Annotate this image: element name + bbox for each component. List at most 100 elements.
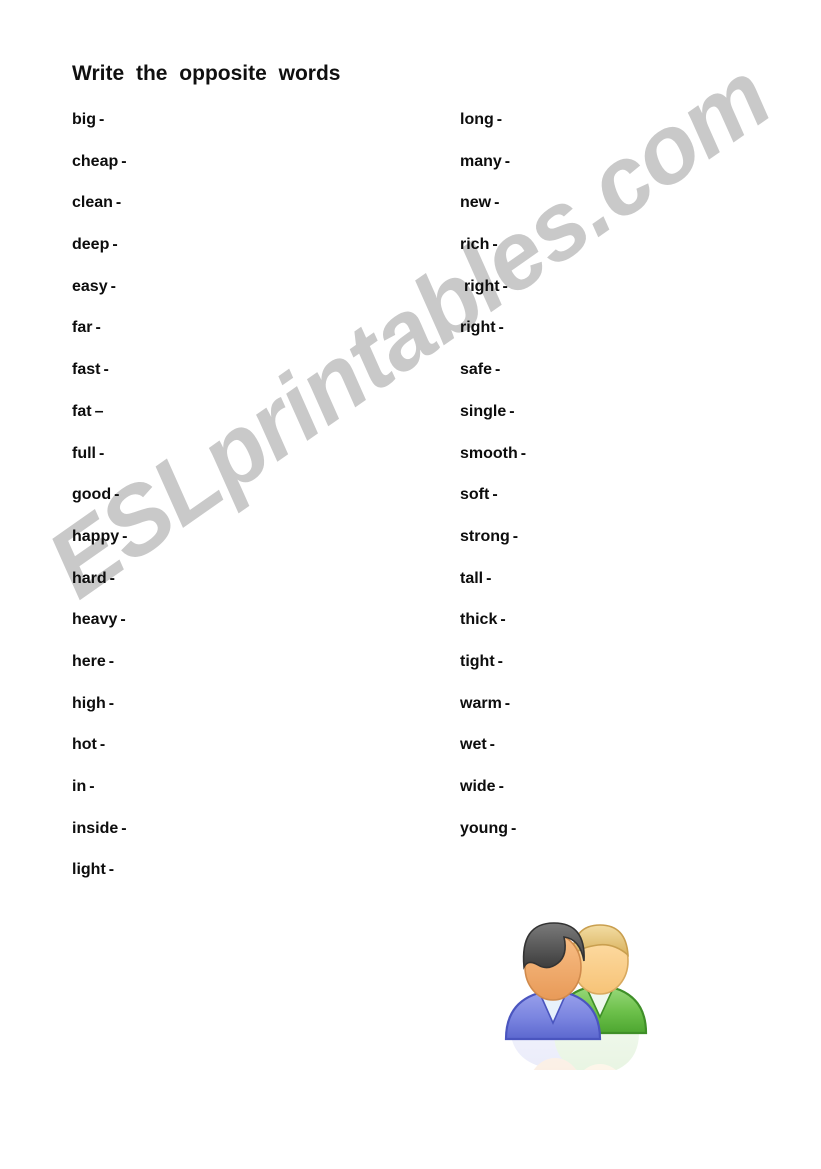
word-row: safe - [460,360,526,402]
word-row: happy - [72,527,127,569]
word-row: wet - [460,735,526,777]
word-row: here - [72,652,127,694]
word-row: high - [72,694,127,736]
word-row: cheap - [72,152,127,194]
answer-blank-dash: - [520,444,527,462]
word-row: tall - [460,569,526,611]
word-term: in [72,778,87,795]
word-term: rich [460,236,490,254]
word-term: thick [460,611,498,629]
answer-blank-dash: - [122,527,128,545]
word-row: big - [72,110,127,152]
word-term: new [460,194,492,212]
word-term: full [72,444,96,462]
answer-blank-dash: - [108,861,115,879]
answer-blank-dash: - [504,152,511,170]
answer-blank-dash: - [500,611,506,629]
word-term: tall [460,569,484,587]
word-term: right [464,277,500,295]
word-term: safe [460,361,493,379]
word-row: hot - [72,735,127,777]
answer-blank-dash: - [489,736,495,754]
word-row: inside - [72,819,127,861]
word-term: single [460,402,507,420]
word-row: wide - [460,777,526,819]
answer-blank-dash: - [509,402,515,420]
word-term: deep [72,236,110,254]
word-row: tight - [460,652,526,694]
answer-blank-dash: - [112,236,118,254]
word-row: soft - [460,485,526,527]
answer-blank-dash: - [120,611,126,629]
word-term: strong [460,527,510,545]
word-row: clean - [72,193,127,235]
word-row: smooth - [460,444,526,486]
word-term: here [72,652,106,670]
word-term: good [72,486,112,504]
answer-blank-dash: - [121,152,127,170]
answer-blank-dash: - [498,778,504,795]
word-term: many [460,152,502,170]
word-term: right [460,319,496,337]
answer-blank-dash: - [502,277,508,295]
word-term: light [72,861,106,879]
answer-blank-dash: - [492,486,498,504]
word-term: young [460,819,508,837]
word-column-left: big - cheap - clean - deep - easy - far - fast - fat – f… [72,110,127,902]
word-term: inside [72,819,119,837]
answer-blank-dash: - [495,361,501,379]
answer-blank-dash: - [95,319,101,337]
word-term: happy [72,527,120,545]
word-term: clean [72,194,113,212]
answer-blank-dash: - [108,652,115,670]
word-row: far - [72,318,127,360]
worksheet-page: ESLprintables.com Write the opposite wor… [0,0,821,1169]
word-term: wet [460,736,487,754]
answer-blank-dash: - [497,652,503,670]
word-row: single - [460,402,526,444]
word-term: warm [460,694,502,712]
word-row: fat – [72,402,127,444]
answer-blank-dash: - [492,236,498,254]
answer-blank-dash: - [498,319,504,337]
answer-blank-dash: - [494,194,500,212]
answer-blank-dash: - [108,694,115,712]
answer-blank-dash: - [496,111,503,128]
word-row: in - [72,777,127,819]
answer-blank-dash: - [511,819,517,837]
word-term: cheap [72,152,119,170]
answer-blank-dash: - [110,277,116,295]
answer-blank-dash: - [89,778,95,795]
word-term: hard [72,569,107,587]
word-term: soft [460,486,490,504]
answer-blank-dash: - [512,527,519,545]
word-term: fast [72,361,101,379]
answer-blank-dash: - [504,694,511,712]
word-row: heavy - [72,610,127,652]
word-term: easy [72,277,108,295]
word-row: deep - [72,235,127,277]
word-column-right: long - many - new - rich - right - right - safe - sing… [460,110,526,860]
word-term: heavy [72,611,118,629]
word-row: full - [72,444,127,486]
word-row: new - [460,193,526,235]
word-term: big [72,111,96,128]
answer-blank-dash: - [99,444,105,462]
word-row: hard - [72,569,127,611]
answer-blank-dash: - [103,361,109,379]
word-row: right - [460,318,526,360]
answer-blank-dash: - [99,736,106,754]
word-term: long [460,111,494,128]
answer-blank-dash: - [486,569,492,587]
word-row: many - [460,152,526,194]
word-row: long - [460,110,526,152]
answer-blank-dash: - [109,569,115,587]
answer-blank-dash: – [94,402,104,420]
word-term: high [72,694,106,712]
answer-blank-dash: - [121,819,127,837]
word-term: fat [72,402,92,420]
word-row: light - [72,860,127,902]
word-row: warm - [460,694,526,736]
word-row: rich - [460,235,526,277]
word-term: smooth [460,444,518,462]
